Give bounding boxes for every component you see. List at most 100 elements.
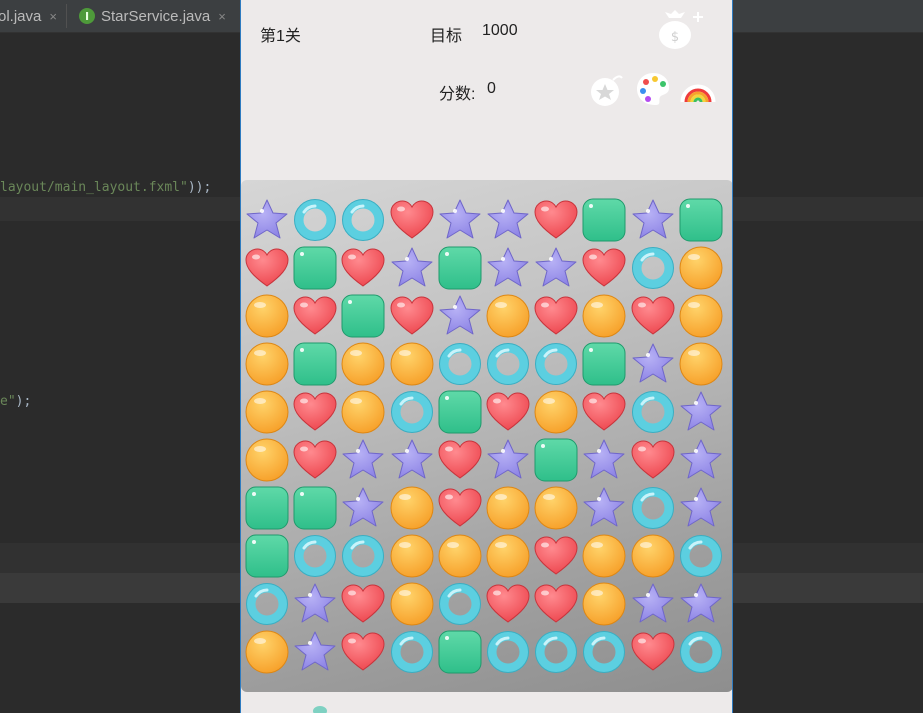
heart-candy[interactable] bbox=[243, 244, 291, 292]
ring-candy[interactable] bbox=[339, 532, 387, 580]
rainbow-icon[interactable] bbox=[680, 72, 716, 106]
star-candy[interactable] bbox=[677, 388, 725, 436]
heart-candy[interactable] bbox=[580, 388, 628, 436]
ring-candy[interactable] bbox=[388, 388, 436, 436]
square-candy[interactable] bbox=[436, 628, 484, 676]
star-candy[interactable] bbox=[291, 580, 339, 628]
orb-candy[interactable] bbox=[243, 388, 291, 436]
ring-candy[interactable] bbox=[484, 340, 532, 388]
star-candy[interactable] bbox=[388, 244, 436, 292]
star-candy[interactable] bbox=[629, 580, 677, 628]
orb-candy[interactable] bbox=[388, 340, 436, 388]
orb-candy[interactable] bbox=[243, 436, 291, 484]
square-candy[interactable] bbox=[532, 436, 580, 484]
star-candy[interactable] bbox=[677, 580, 725, 628]
orb-candy[interactable] bbox=[243, 340, 291, 388]
star-candy[interactable] bbox=[580, 484, 628, 532]
heart-candy[interactable] bbox=[339, 244, 387, 292]
heart-candy[interactable] bbox=[291, 292, 339, 340]
ring-candy[interactable] bbox=[629, 244, 677, 292]
star-candy[interactable] bbox=[436, 196, 484, 244]
orb-candy[interactable] bbox=[388, 484, 436, 532]
orb-candy[interactable] bbox=[339, 340, 387, 388]
orb-candy[interactable] bbox=[339, 388, 387, 436]
square-candy[interactable] bbox=[291, 340, 339, 388]
ring-candy[interactable] bbox=[532, 340, 580, 388]
ring-candy[interactable] bbox=[677, 532, 725, 580]
heart-candy[interactable] bbox=[291, 388, 339, 436]
code-line[interactable]: layout/main_layout.fxml")); bbox=[0, 180, 211, 195]
square-candy[interactable] bbox=[339, 292, 387, 340]
square-candy[interactable] bbox=[677, 196, 725, 244]
code-line[interactable]: e"); bbox=[0, 394, 31, 409]
heart-candy[interactable] bbox=[629, 628, 677, 676]
star-candy[interactable] bbox=[339, 436, 387, 484]
star-candy[interactable] bbox=[580, 436, 628, 484]
close-icon[interactable]: × bbox=[49, 9, 57, 24]
square-candy[interactable] bbox=[243, 484, 291, 532]
heart-candy[interactable] bbox=[532, 532, 580, 580]
orb-candy[interactable] bbox=[580, 292, 628, 340]
orb-candy[interactable] bbox=[388, 532, 436, 580]
heart-candy[interactable] bbox=[339, 580, 387, 628]
star-candy[interactable] bbox=[677, 484, 725, 532]
star-candy[interactable] bbox=[339, 484, 387, 532]
ring-candy[interactable] bbox=[436, 340, 484, 388]
ring-candy[interactable] bbox=[291, 196, 339, 244]
star-candy[interactable] bbox=[629, 340, 677, 388]
ring-candy[interactable] bbox=[388, 628, 436, 676]
heart-candy[interactable] bbox=[388, 196, 436, 244]
editor-tab[interactable]: ol.java × bbox=[0, 0, 57, 32]
ring-candy[interactable] bbox=[291, 532, 339, 580]
orb-candy[interactable] bbox=[677, 292, 725, 340]
square-candy[interactable] bbox=[436, 388, 484, 436]
color-palette-icon[interactable] bbox=[634, 70, 672, 108]
ring-candy[interactable] bbox=[243, 580, 291, 628]
orb-candy[interactable] bbox=[532, 484, 580, 532]
star-candy[interactable] bbox=[677, 436, 725, 484]
heart-candy[interactable] bbox=[532, 580, 580, 628]
orb-candy[interactable] bbox=[484, 292, 532, 340]
star-candy[interactable] bbox=[629, 196, 677, 244]
heart-candy[interactable] bbox=[532, 292, 580, 340]
orb-candy[interactable] bbox=[484, 532, 532, 580]
heart-candy[interactable] bbox=[629, 436, 677, 484]
orb-candy[interactable] bbox=[532, 388, 580, 436]
ring-candy[interactable] bbox=[629, 388, 677, 436]
star-candy[interactable] bbox=[484, 436, 532, 484]
editor-tab[interactable]: I StarService.java × bbox=[79, 0, 226, 32]
ring-candy[interactable] bbox=[339, 196, 387, 244]
square-candy[interactable] bbox=[291, 244, 339, 292]
square-candy[interactable] bbox=[291, 484, 339, 532]
heart-candy[interactable] bbox=[580, 244, 628, 292]
heart-candy[interactable] bbox=[436, 484, 484, 532]
square-candy[interactable] bbox=[580, 196, 628, 244]
ring-candy[interactable] bbox=[436, 580, 484, 628]
heart-candy[interactable] bbox=[291, 436, 339, 484]
orb-candy[interactable] bbox=[677, 244, 725, 292]
star-candy[interactable] bbox=[388, 436, 436, 484]
heart-candy[interactable] bbox=[484, 388, 532, 436]
star-candy[interactable] bbox=[532, 244, 580, 292]
ring-candy[interactable] bbox=[532, 628, 580, 676]
ring-candy[interactable] bbox=[629, 484, 677, 532]
orb-candy[interactable] bbox=[580, 580, 628, 628]
orb-candy[interactable] bbox=[484, 484, 532, 532]
star-candy[interactable] bbox=[291, 628, 339, 676]
orb-candy[interactable] bbox=[243, 292, 291, 340]
orb-candy[interactable] bbox=[629, 532, 677, 580]
star-bomb-icon[interactable] bbox=[589, 72, 625, 108]
ring-candy[interactable] bbox=[677, 628, 725, 676]
orb-candy[interactable] bbox=[388, 580, 436, 628]
ring-candy[interactable] bbox=[580, 628, 628, 676]
orb-candy[interactable] bbox=[243, 628, 291, 676]
square-candy[interactable] bbox=[580, 340, 628, 388]
star-candy[interactable] bbox=[243, 196, 291, 244]
money-bag-plus-icon[interactable]: $ bbox=[655, 8, 707, 52]
heart-candy[interactable] bbox=[484, 580, 532, 628]
orb-candy[interactable] bbox=[580, 532, 628, 580]
heart-candy[interactable] bbox=[629, 292, 677, 340]
star-candy[interactable] bbox=[484, 244, 532, 292]
star-candy[interactable] bbox=[484, 196, 532, 244]
orb-candy[interactable] bbox=[436, 532, 484, 580]
